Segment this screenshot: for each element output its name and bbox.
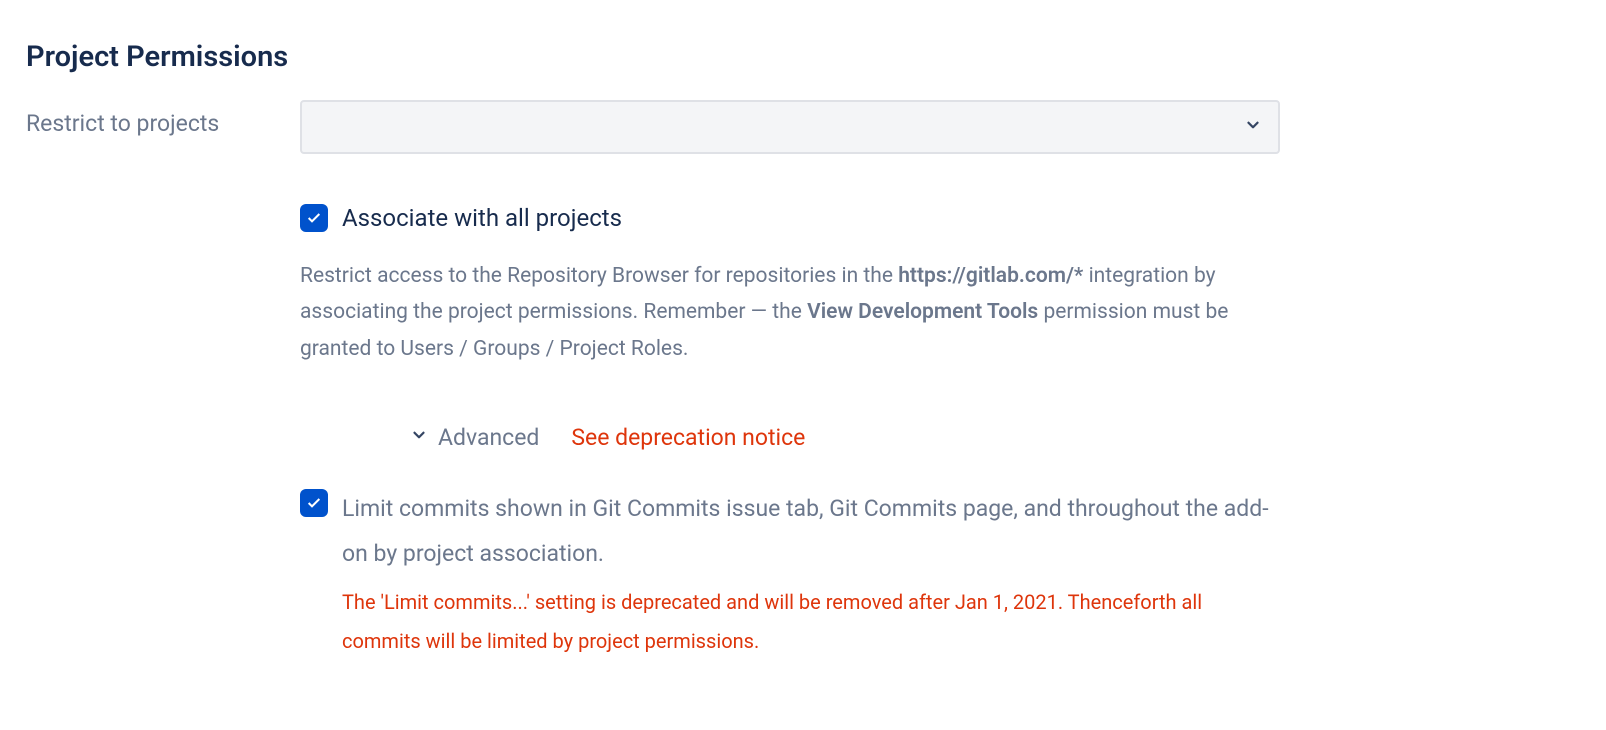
chevron-down-icon <box>410 425 428 449</box>
restrict-content-col: Associate with all projects Restrict acc… <box>300 100 1280 661</box>
help-pre: Restrict access to the Repository Browse… <box>300 264 898 288</box>
section-title: Project Permissions <box>26 40 1580 74</box>
check-icon <box>306 495 322 511</box>
advanced-label: Advanced <box>438 424 539 451</box>
restrict-label-col: Restrict to projects <box>26 100 274 137</box>
advanced-row: Advanced See deprecation notice <box>300 424 1280 451</box>
limit-label: Limit commits shown in Git Commits issue… <box>342 487 1280 577</box>
limit-checkbox[interactable] <box>300 489 328 517</box>
associate-row: Associate with all projects <box>300 202 1280 236</box>
limit-row: Limit commits shown in Git Commits issue… <box>300 487 1280 577</box>
associate-checkbox[interactable] <box>300 204 328 232</box>
help-bold-url: https://gitlab.com/* <box>898 264 1083 288</box>
advanced-toggle[interactable]: Advanced <box>410 424 539 451</box>
associate-help: Restrict access to the Repository Browse… <box>300 258 1280 368</box>
restrict-select-wrap <box>300 100 1280 154</box>
limit-deprecation-message: The 'Limit commits...' setting is deprec… <box>342 583 1280 661</box>
restrict-select[interactable] <box>300 100 1280 154</box>
check-icon <box>306 210 322 226</box>
restrict-row: Restrict to projects Associate with all … <box>26 100 1580 661</box>
deprecation-link[interactable]: See deprecation notice <box>571 424 805 451</box>
restrict-label: Restrict to projects <box>26 110 219 137</box>
associate-label: Associate with all projects <box>342 202 622 236</box>
help-bold-permission: View Development Tools <box>807 300 1038 324</box>
